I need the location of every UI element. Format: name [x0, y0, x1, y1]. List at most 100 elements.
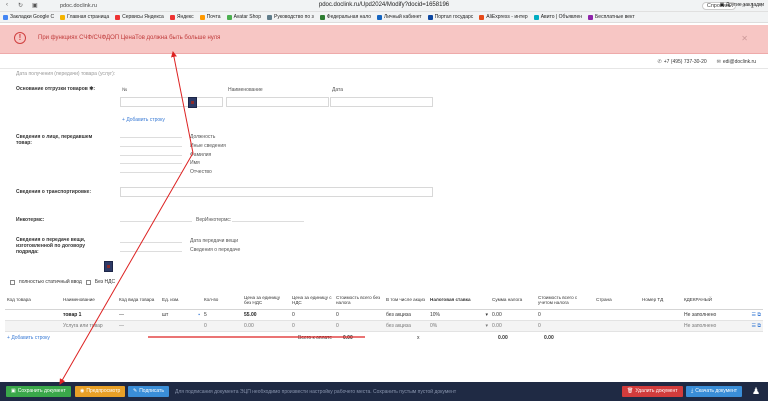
add-basis-row-link[interactable]: + Добавить строку [122, 117, 165, 123]
goods-table: Код товара Наименование Код вида товара Ед.… [5, 291, 763, 344]
table-cell[interactable] [160, 320, 202, 332]
chevron-down-icon[interactable]: ▾ [485, 323, 488, 329]
bookmark-favicon-icon [588, 14, 594, 20]
preview-button[interactable]: ◉ Предпросмотр [75, 386, 126, 397]
cell-value: Услуга или товар [63, 322, 103, 329]
row-actions-icon[interactable]: ☰ ⧉ [752, 323, 761, 329]
cell-value: без акциза [386, 322, 411, 329]
bookmark-favicon-icon [533, 14, 539, 20]
incoterms-version-input[interactable] [232, 212, 304, 222]
bookmark-item[interactable]: AliExpress - интер [479, 14, 528, 20]
transport-label: Сведения о транспортировке: [16, 189, 91, 195]
browser-titlebar: ‹ ↻ ▣ pdoc.doclink.ru pdoc.doclink.ru/Up… [0, 0, 768, 12]
cell-value: шт [162, 311, 169, 318]
transfer-info-label: Сведения о передаче вещи, изготовленной … [16, 237, 86, 255]
bookmark-favicon-icon [479, 14, 485, 20]
bookmark-item[interactable]: Главная страница [60, 14, 109, 20]
bookmark-favicon-icon [60, 14, 66, 20]
table-cell[interactable] [5, 320, 61, 332]
transfer-info-input[interactable] [120, 244, 182, 252]
bookmark-item[interactable]: Закладки Google C [3, 14, 54, 20]
cell-value: 10% [430, 311, 441, 318]
person-position-input[interactable] [120, 130, 182, 138]
incoterms-input[interactable] [120, 212, 192, 222]
column-header: Код товара [5, 291, 61, 310]
person-lastname-input[interactable] [120, 148, 182, 156]
person-other-input[interactable] [120, 139, 182, 147]
table-cell: без акциза [384, 320, 428, 332]
bookmark-item[interactable]: Avatar Shop [226, 14, 261, 20]
pen-icon: ✎ [133, 388, 138, 394]
manual-input-checkbox[interactable] [10, 279, 15, 285]
bookmark-item[interactable]: Сервисы Яндекса [115, 14, 164, 20]
bookmark-item[interactable]: Личный кабинет [376, 14, 422, 20]
table-cell[interactable] [5, 309, 61, 321]
table-cell[interactable]: 0% ▾ [428, 320, 490, 332]
col-name-label: Наименование [228, 87, 263, 93]
person-firstname-input[interactable] [120, 156, 182, 164]
bookmark-item[interactable]: Яндекс [169, 14, 194, 20]
delete-document-button[interactable]: 🗑 Удалить документ [622, 386, 683, 397]
phone: ✆ +7 (495) 737-30-20 [657, 59, 707, 65]
basis-number-input[interactable] [120, 97, 223, 107]
unit-picker-icon[interactable]: ▪ [198, 312, 200, 318]
table-cell[interactable]: товар 1 [61, 309, 117, 321]
cell-value: 0.00 [492, 322, 502, 329]
basis-name-input[interactable] [226, 97, 329, 107]
cell-value: без акциза [386, 311, 411, 318]
no-vat-checkbox[interactable] [85, 279, 91, 285]
table-cell: 0 [290, 309, 334, 321]
table-cell[interactable]: Услуга или товар [61, 320, 117, 332]
table-cell: 0.00 [490, 309, 536, 321]
sign-button[interactable]: ✎ Подписать [128, 386, 169, 397]
table-cell[interactable]: 55.00 [242, 309, 290, 321]
chevron-down-icon[interactable]: ▾ [485, 312, 488, 318]
column-header: Стоимость всего без налога [334, 291, 384, 310]
bookmark-label: Закладки Google C [10, 14, 55, 20]
transfer-date-input[interactable] [120, 235, 182, 243]
column-header: Стоимость всего с учетом налога [536, 291, 594, 310]
basis-date-input[interactable] [330, 97, 433, 107]
transfer-info-field-label: Сведения о передаче [190, 247, 241, 253]
column-header: Кол-во [202, 291, 242, 310]
transfer-date-label: Дата передачи вещи [190, 238, 239, 244]
bookmark-favicon-icon [226, 14, 232, 20]
user-icon[interactable]: ♟ [750, 385, 762, 397]
bookmark-favicon-icon [169, 14, 175, 20]
bookmark-item[interactable]: Портал государс [427, 14, 473, 20]
cell-value: 0 [292, 322, 295, 329]
transport-input[interactable] [120, 187, 433, 197]
table-cell [594, 320, 640, 332]
bookmark-label: Яндекс [176, 14, 194, 20]
bookmark-label: AliExpress - интер [486, 14, 528, 20]
bookmark-item[interactable]: Федеральная нало [319, 14, 371, 20]
bookmark-item[interactable]: Руководство по з [267, 14, 314, 20]
cell-value: — [119, 311, 124, 318]
bookmark-label: Руководство по з [274, 14, 314, 20]
save-document-button[interactable]: ▣ Сохранить документ [6, 386, 71, 397]
person-patronymic-input[interactable] [120, 165, 182, 173]
column-header: Налоговая ставка [428, 291, 490, 310]
close-icon[interactable]: ✕ [741, 34, 748, 43]
bookmark-favicon-icon [199, 14, 205, 20]
table-cell [594, 309, 640, 321]
add-goods-row-link[interactable]: + Добавить строку [7, 335, 50, 341]
table-cell[interactable]: 5 [202, 309, 242, 321]
table-cell[interactable]: 0.00 [242, 320, 290, 332]
bookmark-label: Главная страница [67, 14, 110, 20]
table-cell[interactable]: шт ▪ [160, 309, 202, 321]
table-cell[interactable]: 0 [202, 320, 242, 332]
bookmark-favicon-icon [267, 14, 272, 20]
other-bookmarks[interactable]: ▣ Другие закладки [720, 2, 764, 8]
table-cell[interactable]: 10% ▾ [428, 309, 490, 321]
bookmark-item[interactable]: Бесплатные вект [588, 14, 635, 20]
bookmark-item[interactable]: Почта [199, 14, 221, 20]
email[interactable]: ✉ edi@doclink.ru [717, 59, 756, 65]
download-document-button[interactable]: ⤓ Скачать документ [686, 386, 743, 397]
bookmark-item[interactable]: Авито | Объявлен [533, 14, 582, 20]
cell-value: 0 [336, 322, 339, 329]
error-banner: ! При функциях СЧФ/СЧФДОП ЦенаТов должна… [0, 25, 768, 54]
download-icon: ⤓ [691, 388, 694, 394]
row-actions-icon[interactable]: ☰ ⧉ [752, 312, 761, 318]
cell-value: — [119, 322, 124, 329]
